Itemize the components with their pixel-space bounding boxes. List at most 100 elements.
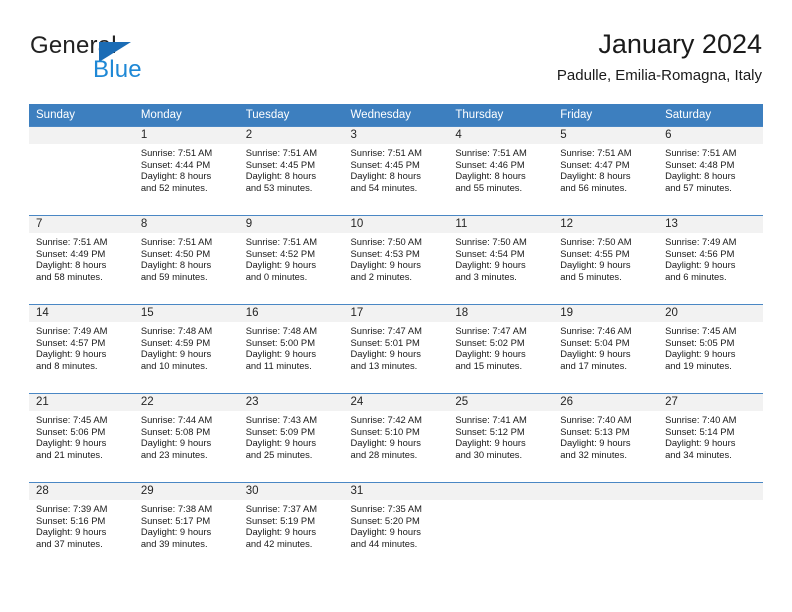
- day-detail-sunrise: Sunrise: 7:50 AM: [560, 236, 632, 247]
- day-cell-content: 28 Sunrise: 7:39 AM Sunset: 5:16 PM Dayligh…: [29, 483, 134, 571]
- day-number: 26: [553, 394, 659, 411]
- calendar-day-cell[interactable]: 1 Sunrise: 7:51 AM Sunset: 4:44 PM Daylight…: [133, 126, 239, 216]
- weekday-header-thursday: Thursday: [448, 104, 554, 127]
- calendar-day-cell[interactable]: 4 Sunrise: 7:51 AM Sunset: 4:46 PM Daylight…: [448, 126, 554, 216]
- day-detail-daylight-1: Daylight: 8 hours: [455, 170, 526, 182]
- day-details: Sunrise: 7:44 AM Sunset: 5:08 PM Daylight:…: [134, 411, 239, 460]
- day-detail-sunrise: Sunrise: 7:47 AM: [350, 325, 422, 336]
- day-number: 11: [448, 216, 554, 233]
- day-detail-sunrise: Sunrise: 7:50 AM: [350, 236, 422, 247]
- day-number: 19: [553, 305, 659, 322]
- day-detail-sunset: Sunset: 4:52 PM: [245, 247, 315, 259]
- calendar-day-cell[interactable]: 6 Sunrise: 7:51 AM Sunset: 4:48 PM Daylight…: [658, 126, 763, 216]
- day-detail-daylight-1: Daylight: 9 hours: [665, 437, 736, 449]
- day-cell-content: 12 Sunrise: 7:50 AM Sunset: 4:55 PM Dayligh…: [553, 216, 659, 304]
- calendar-day-cell[interactable]: 23 Sunrise: 7:43 AM Sunset: 5:09 PM Dayligh…: [238, 393, 344, 483]
- day-detail-sunset: Sunset: 4:45 PM: [245, 158, 315, 170]
- calendar-day-cell[interactable]: 21 Sunrise: 7:45 AM Sunset: 5:06 PM Dayligh…: [29, 393, 134, 483]
- day-detail-daylight-2: and 32 minutes.: [560, 448, 627, 460]
- day-number: 23: [238, 394, 344, 411]
- calendar-week-row: 7 Sunrise: 7:51 AM Sunset: 4:49 PM Daylight…: [29, 215, 763, 305]
- calendar-day-cell[interactable]: 19 Sunrise: 7:46 AM Sunset: 5:04 PM Dayligh…: [553, 304, 659, 394]
- day-cell-content: 3 Sunrise: 7:51 AM Sunset: 4:45 PM Daylight…: [343, 127, 449, 215]
- day-detail-daylight-2: and 19 minutes.: [665, 359, 732, 371]
- day-detail-daylight-1: Daylight: 9 hours: [36, 348, 107, 360]
- day-details: Sunrise: 7:40 AM Sunset: 5:14 PM Daylight:…: [658, 411, 763, 460]
- day-detail-sunset: Sunset: 4:59 PM: [140, 336, 211, 348]
- day-detail-sunset: Sunset: 5:08 PM: [140, 425, 211, 437]
- calendar-day-cell[interactable]: 8 Sunrise: 7:51 AM Sunset: 4:50 PM Daylight…: [133, 215, 239, 305]
- calendar-day-cell[interactable]: 22 Sunrise: 7:44 AM Sunset: 5:08 PM Dayligh…: [133, 393, 239, 483]
- day-detail-sunset: Sunset: 4:48 PM: [665, 158, 735, 170]
- calendar-day-cell: [29, 126, 134, 216]
- day-details: Sunrise: 7:51 AM Sunset: 4:48 PM Daylight:…: [658, 144, 763, 193]
- weekday-header-monday: Monday: [133, 104, 239, 127]
- day-cell-content: 15 Sunrise: 7:48 AM Sunset: 4:59 PM Dayligh…: [133, 305, 239, 393]
- calendar-day-cell[interactable]: 26 Sunrise: 7:40 AM Sunset: 5:13 PM Dayligh…: [553, 393, 659, 483]
- day-detail-daylight-2: and 59 minutes.: [140, 270, 208, 282]
- day-number: [29, 127, 134, 144]
- day-detail-daylight-1: Daylight: 9 hours: [140, 526, 212, 538]
- day-cell-content: [29, 127, 134, 215]
- day-details: Sunrise: 7:45 AM Sunset: 5:06 PM Daylight:…: [29, 411, 134, 460]
- calendar-day-cell[interactable]: 7 Sunrise: 7:51 AM Sunset: 4:49 PM Daylight…: [29, 215, 134, 305]
- calendar-day-cell[interactable]: 5 Sunrise: 7:51 AM Sunset: 4:47 PM Daylight…: [553, 126, 659, 216]
- day-detail-sunset: Sunset: 5:01 PM: [350, 336, 420, 348]
- day-detail-daylight-1: Daylight: 9 hours: [245, 259, 317, 271]
- day-detail-daylight-1: Daylight: 9 hours: [140, 348, 212, 360]
- day-cell-content: 31 Sunrise: 7:35 AM Sunset: 5:20 PM Dayligh…: [343, 483, 449, 571]
- day-detail-daylight-1: Daylight: 9 hours: [36, 437, 107, 449]
- day-number: 31: [343, 483, 449, 500]
- day-cell-content: 11 Sunrise: 7:50 AM Sunset: 4:54 PM Dayligh…: [448, 216, 554, 304]
- calendar-day-cell[interactable]: 2 Sunrise: 7:51 AM Sunset: 4:45 PM Daylight…: [238, 126, 344, 216]
- calendar-day-cell[interactable]: 17 Sunrise: 7:47 AM Sunset: 5:01 PM Dayligh…: [343, 304, 449, 394]
- calendar-day-cell[interactable]: 9 Sunrise: 7:51 AM Sunset: 4:52 PM Daylight…: [238, 215, 344, 305]
- day-details: Sunrise: 7:51 AM Sunset: 4:52 PM Daylight:…: [239, 233, 344, 282]
- day-details: Sunrise: 7:39 AM Sunset: 5:16 PM Daylight:…: [29, 500, 134, 549]
- calendar-day-cell[interactable]: 13 Sunrise: 7:49 AM Sunset: 4:56 PM Dayligh…: [658, 215, 763, 305]
- calendar-day-cell[interactable]: 25 Sunrise: 7:41 AM Sunset: 5:12 PM Dayligh…: [448, 393, 554, 483]
- day-detail-sunset: Sunset: 4:55 PM: [560, 247, 630, 259]
- day-details: Sunrise: 7:51 AM Sunset: 4:47 PM Daylight:…: [553, 144, 658, 193]
- title-block: January 2024 Padulle, Emilia-Romagna, It…: [557, 28, 762, 86]
- day-detail-sunrise: Sunrise: 7:47 AM: [455, 325, 527, 336]
- calendar-day-cell[interactable]: 30 Sunrise: 7:37 AM Sunset: 5:19 PM Dayligh…: [238, 482, 344, 571]
- day-cell-content: 30 Sunrise: 7:37 AM Sunset: 5:19 PM Dayligh…: [238, 483, 344, 571]
- logo-text-blue: Blue: [93, 56, 142, 83]
- day-details: Sunrise: 7:49 AM Sunset: 4:56 PM Daylight:…: [658, 233, 763, 282]
- day-cell-content: 8 Sunrise: 7:51 AM Sunset: 4:50 PM Daylight…: [133, 216, 239, 304]
- day-detail-sunset: Sunset: 5:19 PM: [245, 514, 315, 526]
- day-number: 14: [29, 305, 134, 322]
- calendar-day-cell[interactable]: 10 Sunrise: 7:50 AM Sunset: 4:53 PM Dayligh…: [343, 215, 449, 305]
- day-detail-sunrise: Sunrise: 7:50 AM: [455, 236, 527, 247]
- day-detail-sunrise: Sunrise: 7:51 AM: [140, 147, 213, 158]
- day-detail-daylight-1: Daylight: 8 hours: [665, 170, 736, 182]
- day-detail-daylight-1: Daylight: 8 hours: [140, 170, 212, 182]
- calendar-day-cell[interactable]: 3 Sunrise: 7:51 AM Sunset: 4:45 PM Daylight…: [343, 126, 449, 216]
- calendar-day-cell[interactable]: 11 Sunrise: 7:50 AM Sunset: 4:54 PM Dayligh…: [448, 215, 554, 305]
- day-detail-sunrise: Sunrise: 7:43 AM: [245, 414, 318, 425]
- day-details: Sunrise: 7:51 AM Sunset: 4:50 PM Daylight:…: [134, 233, 239, 282]
- calendar-day-cell[interactable]: 31 Sunrise: 7:35 AM Sunset: 5:20 PM Dayligh…: [343, 482, 449, 571]
- day-number: 15: [133, 305, 239, 322]
- calendar-day-cell[interactable]: 27 Sunrise: 7:40 AM Sunset: 5:14 PM Dayligh…: [658, 393, 763, 483]
- day-detail-daylight-2: and 3 minutes.: [455, 270, 517, 282]
- day-details: Sunrise: 7:47 AM Sunset: 5:01 PM Daylight:…: [344, 322, 449, 371]
- calendar-day-cell[interactable]: 20 Sunrise: 7:45 AM Sunset: 5:05 PM Dayligh…: [658, 304, 763, 394]
- calendar-day-cell[interactable]: 24 Sunrise: 7:42 AM Sunset: 5:10 PM Dayligh…: [343, 393, 449, 483]
- day-details: Sunrise: 7:51 AM Sunset: 4:49 PM Daylight:…: [29, 233, 134, 282]
- day-number: [658, 483, 763, 500]
- calendar-week-row: 1 Sunrise: 7:51 AM Sunset: 4:44 PM Daylight…: [29, 126, 763, 216]
- calendar-day-cell[interactable]: 15 Sunrise: 7:48 AM Sunset: 4:59 PM Dayligh…: [133, 304, 239, 394]
- calendar-day-cell[interactable]: 16 Sunrise: 7:48 AM Sunset: 5:00 PM Dayligh…: [238, 304, 344, 394]
- day-detail-daylight-2: and 23 minutes.: [140, 448, 208, 460]
- calendar-day-cell[interactable]: 14 Sunrise: 7:49 AM Sunset: 4:57 PM Dayligh…: [29, 304, 134, 394]
- day-cell-content: 14 Sunrise: 7:49 AM Sunset: 4:57 PM Dayligh…: [29, 305, 134, 393]
- calendar-day-cell[interactable]: 18 Sunrise: 7:47 AM Sunset: 5:02 PM Dayligh…: [448, 304, 554, 394]
- calendar-day-cell[interactable]: 29 Sunrise: 7:38 AM Sunset: 5:17 PM Dayligh…: [133, 482, 239, 571]
- day-detail-daylight-1: Daylight: 9 hours: [455, 348, 526, 360]
- calendar-day-cell[interactable]: 28 Sunrise: 7:39 AM Sunset: 5:16 PM Dayligh…: [29, 482, 134, 571]
- day-detail-daylight-1: Daylight: 9 hours: [140, 437, 212, 449]
- calendar-day-cell[interactable]: 12 Sunrise: 7:50 AM Sunset: 4:55 PM Dayligh…: [553, 215, 659, 305]
- day-number: 2: [238, 127, 344, 144]
